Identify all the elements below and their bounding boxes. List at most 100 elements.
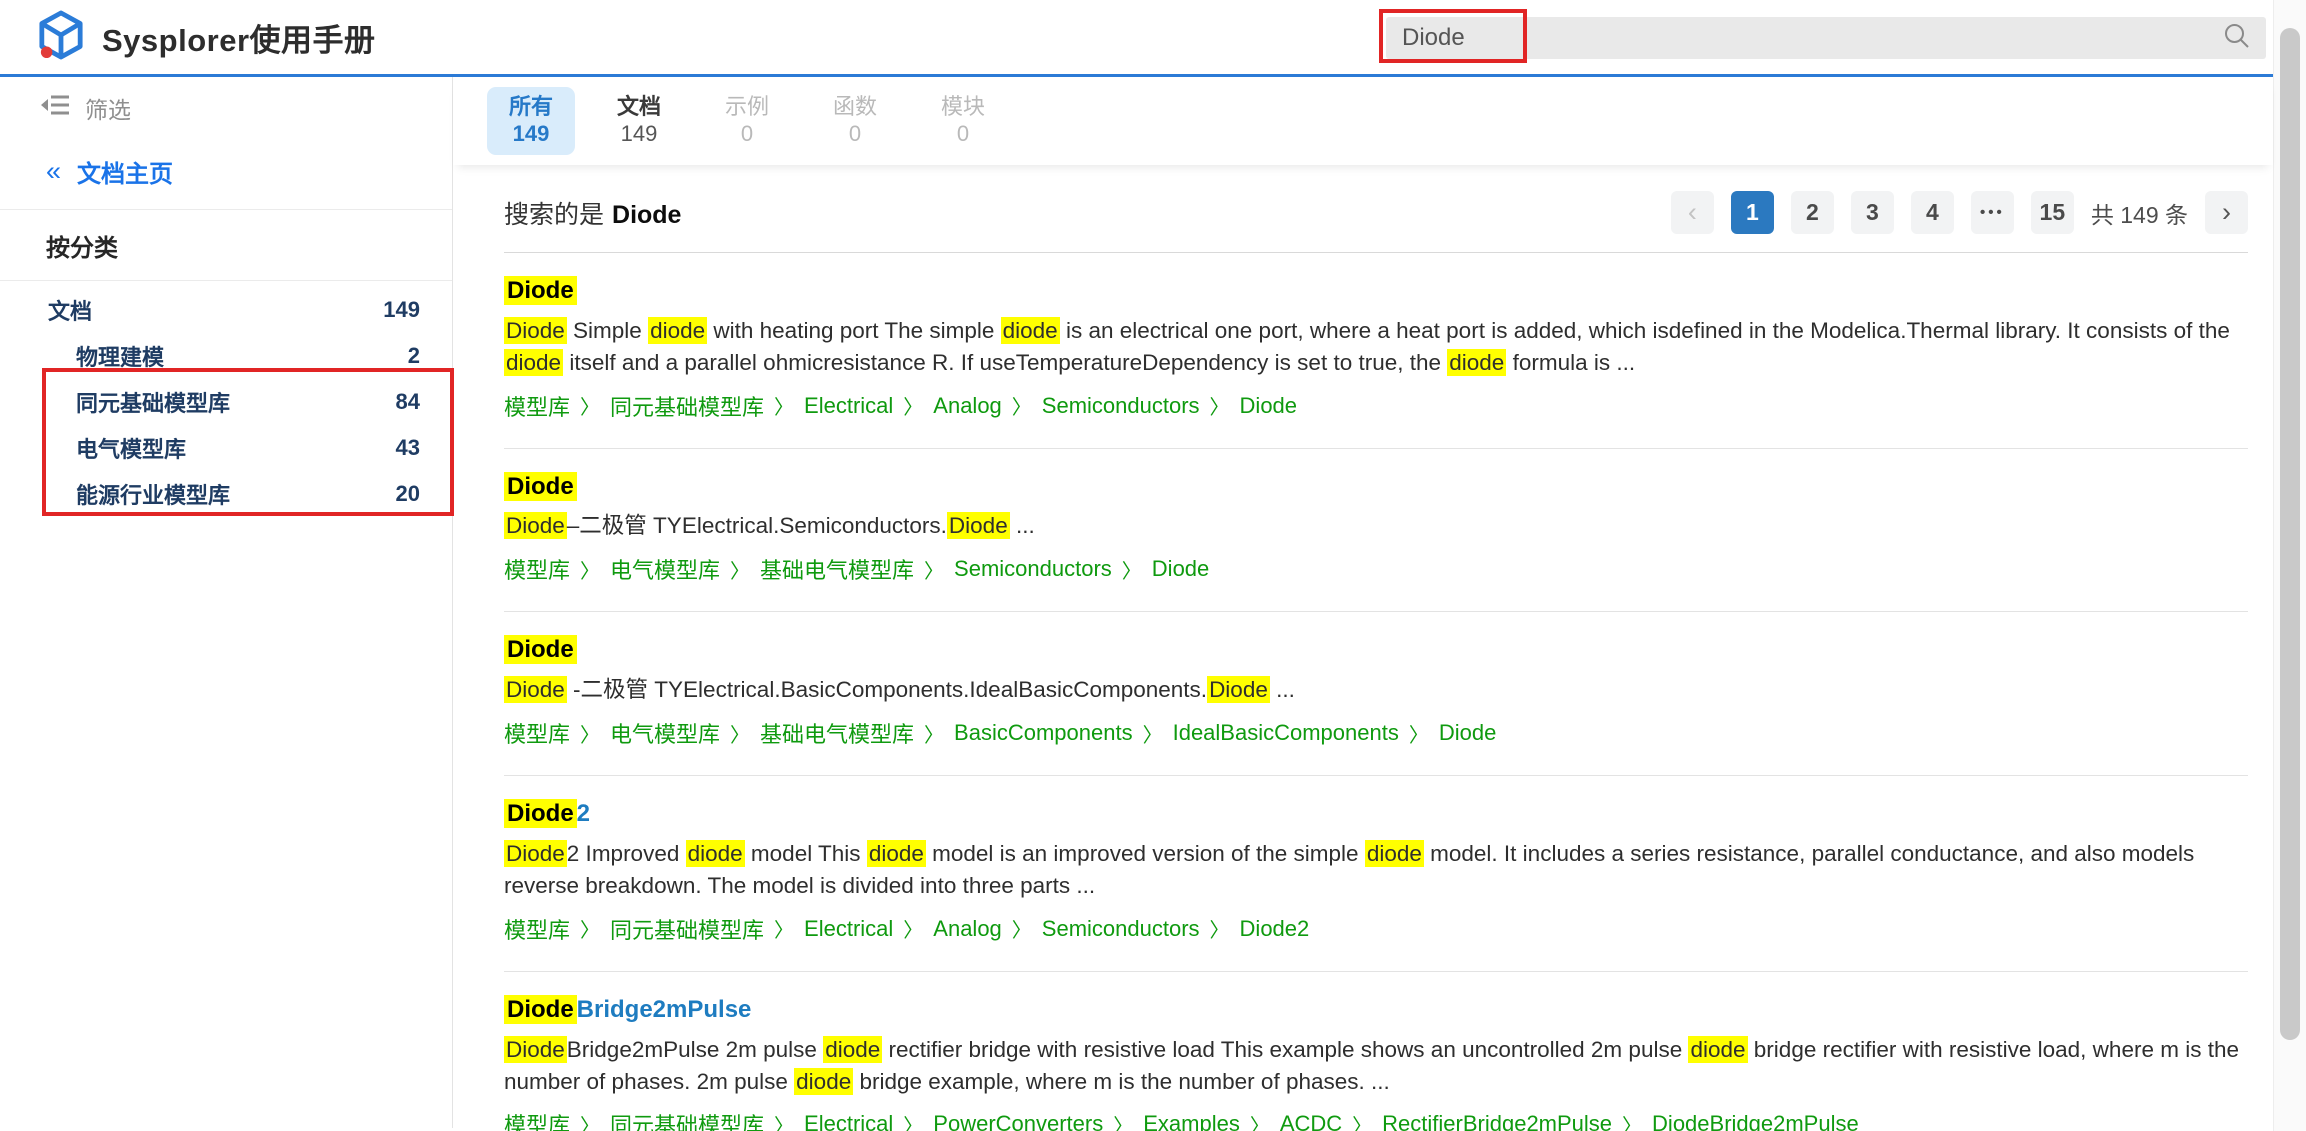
page-ellipsis-button[interactable]: ••• [1971, 191, 2014, 234]
filter-button[interactable]: 筛选 [0, 77, 452, 139]
result-snippet: Diode–二极管 TYElectrical.Semiconductors.Di… [504, 510, 2248, 542]
category-row[interactable]: 同元基础模型库84 [0, 379, 452, 425]
result-item: DiodeDiode -二极管 TYElectrical.BasicCompon… [504, 612, 2248, 776]
breadcrumb-item[interactable]: Diode [1152, 556, 1209, 582]
snippet-highlight: diode [686, 840, 745, 867]
breadcrumb-item[interactable]: 基础电气模型库 [760, 553, 914, 585]
breadcrumb-item[interactable]: RectifierBridge2mPulse [1382, 1111, 1612, 1131]
result-snippet: Diode Simple diode with heating port The… [504, 315, 2248, 379]
result-breadcrumb: 模型库〉同元基础模型库〉Electrical〉PowerConverters〉E… [504, 1108, 2248, 1131]
results-content: 搜索的是Diode ‹1234•••15共 149 条› DiodeDiode … [453, 191, 2273, 1131]
result-title-link[interactable]: Diode [504, 473, 577, 502]
breadcrumb-separator-icon: 〉 [903, 1110, 923, 1131]
result-title-highlight: Diode [504, 635, 577, 664]
breadcrumb-item[interactable]: PowerConverters [933, 1111, 1103, 1131]
breadcrumb-item[interactable]: Diode [1240, 393, 1297, 419]
breadcrumb-separator-icon: 〉 [580, 719, 600, 748]
breadcrumb-item[interactable]: 电气模型库 [610, 553, 720, 585]
tab-item[interactable]: 模块0 [919, 87, 1007, 155]
category-row[interactable]: 物理建模2 [0, 333, 452, 379]
tab-count: 0 [932, 120, 994, 148]
tab-item[interactable]: 文档149 [595, 87, 683, 155]
category-row[interactable]: 文档 149 [0, 287, 452, 333]
category-row[interactable]: 能源行业模型库20 [0, 471, 452, 517]
breadcrumb-item[interactable]: 模型库 [504, 1108, 570, 1131]
breadcrumb-separator-icon: 〉 [924, 719, 944, 748]
search-icon[interactable] [2223, 22, 2250, 54]
breadcrumb-item[interactable]: IdealBasicComponents [1173, 720, 1399, 746]
result-breadcrumb: 模型库〉同元基础模型库〉Electrical〉Analog〉Semiconduc… [504, 913, 2248, 945]
category-label: 文档 [48, 294, 92, 326]
page-button[interactable]: 15 [2031, 191, 2074, 234]
doc-home-link[interactable]: « 文档主页 [0, 139, 452, 203]
breadcrumb-item[interactable]: Semiconductors [1042, 393, 1200, 419]
tab-count: 149 [500, 120, 562, 148]
category-list: 文档 149 物理建模2同元基础模型库84电气模型库43能源行业模型库20 [0, 287, 452, 517]
total-count-label: 共 149 条 [2091, 196, 2188, 230]
tab-item[interactable]: 所有149 [487, 87, 575, 155]
category-label: 同元基础模型库 [76, 386, 230, 418]
breadcrumb-item[interactable]: 同元基础模型库 [610, 390, 764, 422]
breadcrumb-item[interactable]: Analog [933, 393, 1002, 419]
breadcrumb-item[interactable]: Diode2 [1240, 916, 1310, 942]
breadcrumb-separator-icon: 〉 [580, 555, 600, 584]
tab-item[interactable]: 函数0 [811, 87, 899, 155]
breadcrumb-separator-icon: 〉 [1012, 914, 1032, 943]
breadcrumb-item[interactable]: ACDC [1280, 1111, 1342, 1131]
breadcrumb-item[interactable]: 模型库 [504, 390, 570, 422]
breadcrumb-separator-icon: 〉 [1622, 1110, 1642, 1131]
result-title-link[interactable]: Diode2 [504, 800, 590, 829]
page-button[interactable]: 4 [1911, 191, 1954, 234]
scrollbar-thumb[interactable] [2280, 28, 2300, 1040]
result-breadcrumb: 模型库〉电气模型库〉基础电气模型库〉Semiconductors〉Diode [504, 553, 2248, 585]
result-title-rest: 2 [577, 800, 590, 827]
results-summary: 搜索的是Diode [504, 195, 681, 231]
breadcrumb-item[interactable]: 电气模型库 [610, 717, 720, 749]
snippet-highlight: diode [1365, 840, 1424, 867]
breadcrumb-item[interactable]: Electrical [804, 393, 893, 419]
breadcrumb-item[interactable]: Examples [1143, 1111, 1240, 1131]
breadcrumb-item[interactable]: Semiconductors [954, 556, 1112, 582]
breadcrumb-item[interactable]: 同元基础模型库 [610, 1108, 764, 1131]
result-title-link[interactable]: Diode [504, 277, 577, 306]
main-layout: 筛选 « 文档主页 按分类 文档149物理建模2同元基础模型库84电气模型库43… [0, 77, 2273, 1128]
breadcrumb-separator-icon: 〉 [730, 555, 750, 584]
page-prev-button[interactable]: ‹ [1671, 191, 1714, 234]
breadcrumb-item[interactable]: Analog [933, 916, 1002, 942]
breadcrumb-item[interactable]: BasicComponents [954, 720, 1133, 746]
page-button[interactable]: 1 [1731, 191, 1774, 234]
breadcrumb-separator-icon: 〉 [903, 914, 923, 943]
breadcrumb-item[interactable]: Diode [1439, 720, 1496, 746]
page-button[interactable]: 2 [1791, 191, 1834, 234]
breadcrumb-item[interactable]: 同元基础模型库 [610, 913, 764, 945]
breadcrumb-item[interactable]: Electrical [804, 1111, 893, 1131]
result-item: Diode Diode Simple diode with heating por… [504, 253, 2248, 449]
category-row[interactable]: 电气模型库43 [0, 425, 452, 471]
breadcrumb-item[interactable]: Semiconductors [1042, 916, 1200, 942]
page-next-button[interactable]: › [2205, 191, 2248, 234]
breadcrumb-item[interactable]: 基础电气模型库 [760, 717, 914, 749]
result-title-link[interactable]: DiodeBridge2mPulse [504, 996, 751, 1025]
category-count: 20 [396, 481, 420, 507]
page: Sysplorer使用手册 Diode [0, 0, 2306, 1131]
breadcrumb-item[interactable]: 模型库 [504, 913, 570, 945]
results-summary-prefix: 搜索的是 [504, 201, 604, 229]
page-button[interactable]: 3 [1851, 191, 1894, 234]
result-title-highlight: Diode [504, 276, 577, 305]
doc-home-label: 文档主页 [77, 154, 173, 189]
breadcrumb-item[interactable]: 模型库 [504, 553, 570, 585]
breadcrumb-item[interactable]: DiodeBridge2mPulse [1652, 1111, 1859, 1131]
tab-label: 文档 [608, 94, 670, 120]
result-title-link[interactable]: Diode [504, 636, 577, 665]
breadcrumb-item[interactable]: Electrical [804, 916, 893, 942]
search-input[interactable]: Diode [1402, 24, 2223, 52]
tab-label: 函数 [824, 94, 886, 120]
search-box[interactable]: Diode [1386, 17, 2266, 59]
tab-item[interactable]: 示例0 [703, 87, 791, 155]
breadcrumb-separator-icon: 〉 [580, 914, 600, 943]
scrollbar[interactable] [2273, 0, 2306, 1131]
breadcrumb-item[interactable]: 模型库 [504, 717, 570, 749]
breadcrumb-separator-icon: 〉 [1352, 1110, 1372, 1131]
category-count: 149 [383, 297, 420, 323]
snippet-highlight: Diode [504, 512, 567, 539]
